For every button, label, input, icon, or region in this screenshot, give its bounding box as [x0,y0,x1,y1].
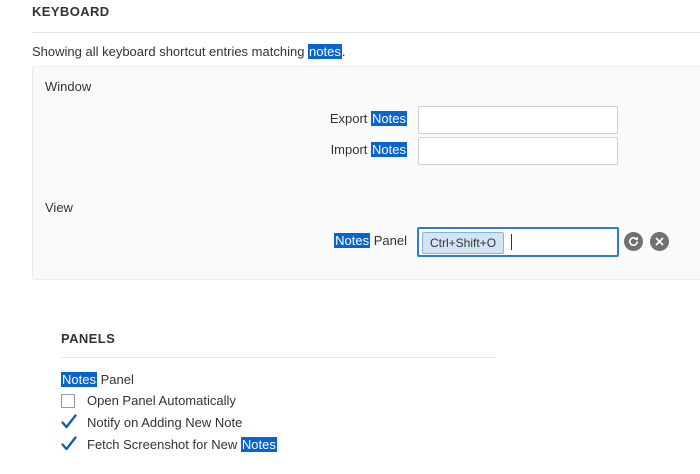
panels-section-title: PANELS [61,331,116,346]
shortcut-field-import-notes[interactable] [418,137,618,165]
option-label: Notify on Adding New Note [87,415,242,430]
subheading-text: Panel [96,372,134,387]
label-highlight: Notes [371,142,407,157]
description-text: Showing all keyboard shortcut entries ma… [32,44,309,59]
label-text: Export [329,111,372,126]
option-label-text: Open Panel Automatically [87,393,236,408]
panels-divider [61,357,496,358]
keyboard-section-title: KEYBOARD [32,4,110,19]
label-text-post: Panel [370,233,407,248]
group-title-view: View [45,200,73,215]
settings-page: KEYBOARD Showing all keyboard shortcut e… [0,0,700,474]
shortcut-label-import-notes: Import Notes [107,142,407,157]
keyboard-search-description: Showing all keyboard shortcut entries ma… [32,44,345,59]
option-label-text: Fetch Screenshot for New [87,437,241,452]
clear-icon[interactable] [650,232,669,251]
shortcut-field-notes-panel[interactable]: Ctrl+Shift+O [417,227,619,257]
checkbox-unchecked[interactable] [61,394,75,408]
option-label: Open Panel Automatically [87,393,236,408]
group-title-window: Window [45,79,92,94]
reset-icon[interactable] [624,232,643,251]
option-label-text: Notify on Adding New Note [87,415,243,430]
panels-subheading: Notes Panel [61,372,134,387]
label-text: Import [330,142,372,157]
keyboard-divider [32,32,700,33]
search-term-highlight: notes [308,44,342,59]
checkmark-icon [61,436,77,451]
option-label-highlight: Notes [240,437,277,452]
checkmark-icon [61,414,77,429]
description-suffix: . [341,44,346,59]
option-label: Fetch Screenshot for New Notes [87,437,277,452]
subheading-highlight: Notes [61,372,97,387]
shortcut-key-chip[interactable]: Ctrl+Shift+O [422,232,505,254]
label-highlight: Notes [334,233,371,248]
checkbox-checked[interactable] [61,436,77,452]
text-caret [511,234,512,250]
shortcut-label-export-notes: Export Notes [107,111,407,126]
shortcut-label-notes-panel: Notes Panel [107,233,407,248]
label-highlight: Notes [371,111,407,126]
shortcut-field-export-notes[interactable] [418,106,618,134]
checkbox-checked[interactable] [61,414,77,430]
